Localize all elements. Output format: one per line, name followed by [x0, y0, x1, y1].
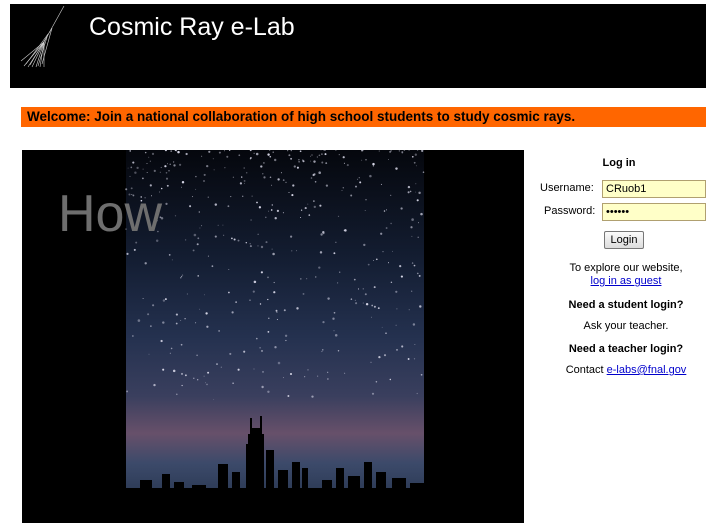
teacher-contact-prefix: Contact [565, 364, 607, 376]
student-login-heading: Need a student login? [568, 299, 684, 311]
page: Cosmic Ray e-Lab Welcome: Join a nationa… [0, 0, 706, 523]
cosmic-shower-logo-icon [20, 6, 65, 68]
video-overlay-text: How [58, 185, 163, 243]
username-input[interactable] [602, 180, 706, 198]
password-label: Password: [544, 205, 596, 217]
teacher-contact-row: Contact e-labs@fnal.gov [536, 364, 706, 376]
guest-login-link[interactable]: log in as guest [591, 275, 662, 287]
student-login-text: Ask your teacher. [583, 320, 669, 332]
explore-text: To explore our website, [569, 262, 683, 274]
teacher-email-link[interactable]: e-labs@fnal.gov [607, 364, 687, 376]
site-header: Cosmic Ray e-Lab [10, 4, 706, 88]
site-title: Cosmic Ray e-Lab [89, 13, 295, 41]
login-heading: Log in [602, 157, 636, 169]
intro-video[interactable]: How [22, 150, 524, 523]
login-button[interactable]: Login [604, 231, 644, 249]
password-input[interactable] [602, 203, 706, 221]
teacher-login-heading: Need a teacher login? [568, 343, 684, 355]
welcome-banner: Welcome: Join a national collaboration o… [21, 107, 706, 127]
guest-login-row: log in as guest [536, 275, 706, 287]
username-label: Username: [540, 182, 594, 194]
